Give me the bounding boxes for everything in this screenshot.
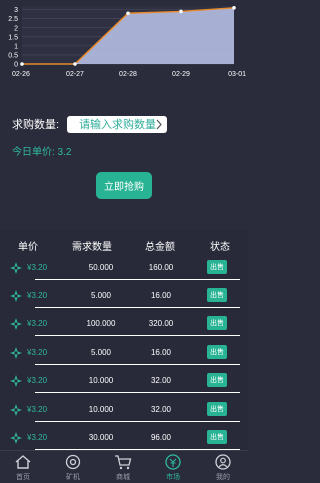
coin-icon bbox=[10, 432, 22, 444]
coin-icon bbox=[10, 375, 22, 387]
row-divider bbox=[35, 364, 240, 365]
x-tick-label: 03-01 bbox=[228, 71, 246, 78]
row-unit-price: ¥3.20 bbox=[27, 319, 48, 328]
y-tick-label: 0.5 bbox=[8, 52, 18, 59]
coin-icon bbox=[10, 318, 22, 330]
sell-button[interactable]: 出售 bbox=[207, 430, 227, 444]
row-total: 16.00 bbox=[150, 291, 172, 300]
row-total: 320.00 bbox=[148, 319, 174, 328]
bottom-tab-bar: 首页 矿机 商城 市场 我的 bbox=[0, 450, 248, 483]
row-total: 96.00 bbox=[150, 433, 172, 442]
row-divider bbox=[35, 335, 240, 336]
sell-button[interactable]: 出售 bbox=[207, 260, 227, 274]
home-icon bbox=[15, 455, 31, 469]
tab-mall-label: 商城 bbox=[116, 474, 130, 481]
sell-button[interactable]: 出售 bbox=[207, 288, 227, 302]
row-demand-qty: 5.000 bbox=[90, 291, 112, 300]
x-tick-label: 02-26 bbox=[12, 71, 30, 78]
chevron-right-icon bbox=[156, 119, 162, 129]
user-icon bbox=[215, 454, 231, 470]
x-tick-label: 02-27 bbox=[66, 71, 84, 78]
row-unit-price: ¥3.20 bbox=[27, 348, 48, 357]
tab-mine[interactable]: 我的 bbox=[203, 451, 243, 483]
row-demand-qty: 5.000 bbox=[90, 348, 112, 357]
row-unit-price: ¥3.20 bbox=[27, 291, 48, 300]
row-divider bbox=[35, 279, 240, 280]
coin-icon bbox=[10, 290, 22, 302]
tab-miner[interactable]: 矿机 bbox=[53, 451, 93, 483]
row-divider bbox=[35, 392, 240, 393]
price-chart-svg: 3 2.5 2 1.5 1 0.5 0 02-26 02-27 02-28 02-29 03-01 bbox=[8, 6, 246, 78]
header-unit-price: 单价 bbox=[18, 242, 38, 253]
row-total: 32.00 bbox=[150, 405, 172, 414]
chart-point bbox=[73, 62, 77, 66]
table-row: ¥3.20 100.000 320.00 出售 bbox=[0, 314, 248, 336]
tab-miner-label: 矿机 bbox=[66, 474, 80, 481]
header-demand-qty: 需求数量 bbox=[72, 242, 112, 253]
tab-market-label: 市场 bbox=[166, 474, 180, 481]
x-tick-label: 02-28 bbox=[119, 71, 137, 78]
y-tick-label: 0 bbox=[14, 62, 18, 69]
tab-mine-label: 我的 bbox=[216, 474, 230, 481]
quantity-label: 求购数量: bbox=[12, 119, 60, 131]
quantity-input[interactable]: 请输入求购数量 bbox=[67, 115, 168, 133]
row-demand-qty: 10.000 bbox=[88, 405, 114, 414]
table-row: ¥3.20 5.000 16.00 出售 bbox=[0, 343, 248, 365]
row-total: 160.00 bbox=[148, 263, 174, 272]
row-unit-price: ¥3.20 bbox=[27, 263, 48, 272]
price-chart: 3 2.5 2 1.5 1 0.5 0 02-26 02-27 02-28 02-29 03-01 bbox=[0, 0, 248, 84]
row-unit-price: ¥3.20 bbox=[27, 405, 48, 414]
x-tick-label: 02-29 bbox=[172, 71, 190, 78]
table-row: ¥3.20 10.000 32.00 出售 bbox=[0, 371, 248, 393]
order-list-header: 单价 需求数量 总金额 状态 bbox=[0, 238, 248, 253]
quantity-placeholder: 请输入求购数量 bbox=[79, 119, 157, 131]
row-demand-qty: 10.000 bbox=[88, 376, 114, 385]
row-demand-qty: 50.000 bbox=[88, 263, 114, 272]
table-row: ¥3.20 10.000 32.00 出售 bbox=[0, 400, 248, 422]
tab-home[interactable]: 首页 bbox=[3, 451, 43, 483]
y-tick-label: 1 bbox=[14, 43, 18, 50]
order-list: 单价 需求数量 总金额 状态 ¥3.20 50.000 160.00 出售 ¥3.20 5… bbox=[0, 230, 248, 450]
sell-button[interactable]: 出售 bbox=[207, 316, 227, 330]
table-row: ¥3.20 50.000 160.00 出售 bbox=[0, 258, 248, 280]
market-icon bbox=[165, 454, 181, 470]
y-tick-label: 2 bbox=[14, 25, 18, 32]
cart-icon bbox=[115, 455, 132, 470]
row-divider bbox=[35, 307, 240, 308]
table-row: ¥3.20 30.000 96.00 出售 bbox=[0, 428, 248, 450]
coin-icon bbox=[10, 347, 22, 359]
row-demand-qty: 100.000 bbox=[86, 319, 116, 328]
tab-mall[interactable]: 商城 bbox=[103, 451, 143, 483]
header-total: 总金额 bbox=[145, 242, 175, 253]
y-tick-label: 3 bbox=[14, 7, 18, 14]
y-tick-label: 2.5 bbox=[8, 16, 18, 23]
row-unit-price: ¥3.20 bbox=[27, 433, 48, 442]
chart-point bbox=[20, 62, 24, 66]
row-divider bbox=[35, 421, 240, 422]
miner-icon bbox=[65, 454, 81, 470]
chart-point bbox=[126, 11, 130, 16]
sell-button[interactable]: 出售 bbox=[207, 402, 227, 416]
y-tick-label: 1.5 bbox=[8, 34, 18, 41]
row-unit-price: ¥3.20 bbox=[27, 376, 48, 385]
sell-button[interactable]: 出售 bbox=[207, 345, 227, 359]
coin-icon bbox=[10, 262, 22, 274]
tab-market[interactable]: 市场 bbox=[153, 451, 193, 483]
buy-now-button[interactable]: 立即抢购 bbox=[96, 172, 152, 199]
coin-icon bbox=[10, 404, 22, 416]
table-row: ¥3.20 5.000 16.00 出售 bbox=[0, 286, 248, 308]
row-total: 16.00 bbox=[150, 348, 172, 357]
sell-button[interactable]: 出售 bbox=[207, 373, 227, 387]
header-status: 状态 bbox=[210, 242, 230, 253]
row-demand-qty: 30.000 bbox=[88, 433, 114, 442]
tab-home-label: 首页 bbox=[16, 474, 30, 481]
row-total: 32.00 bbox=[150, 376, 172, 385]
chart-point bbox=[179, 9, 183, 14]
chart-point bbox=[232, 6, 236, 10]
quantity-row: 求购数量: 请输入求购数量 bbox=[12, 114, 248, 134]
today-price: 今日单价: 3.2 bbox=[12, 147, 72, 158]
